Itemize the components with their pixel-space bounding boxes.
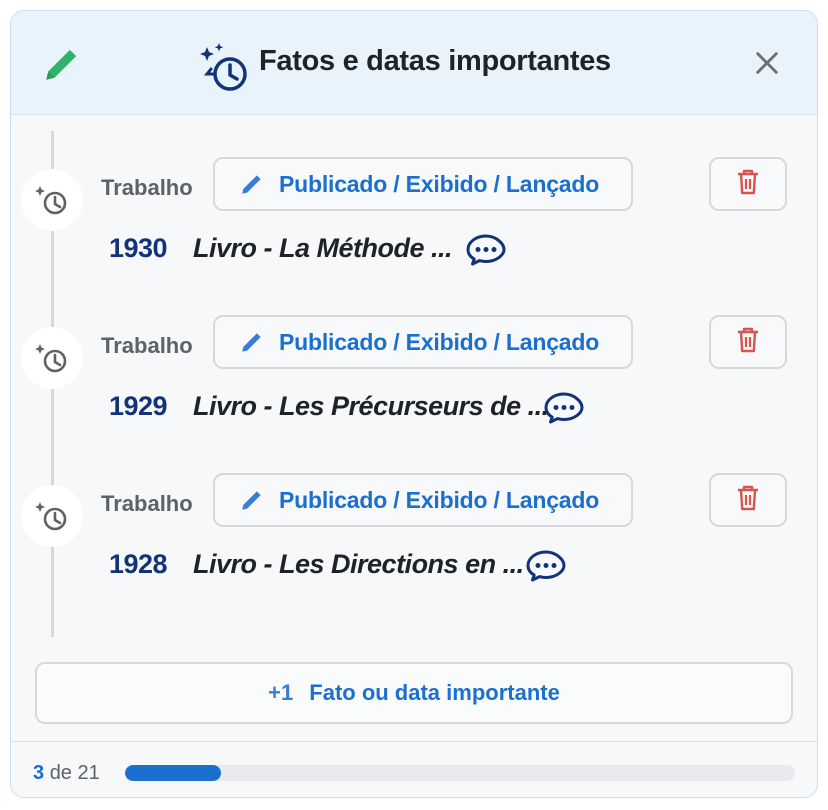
pencil-icon (239, 171, 265, 197)
history-icon (21, 327, 83, 389)
dialog-header: Fatos e datas importantes (11, 11, 817, 115)
progress-total: 21 (77, 762, 100, 784)
status-label: Publicado / Exibido / Lançado (279, 170, 600, 197)
year-label: 1929 (109, 391, 168, 421)
close-icon[interactable] (753, 49, 781, 82)
category-label: Trabalho (101, 333, 193, 358)
category-label: Trabalho (101, 175, 193, 200)
status-button[interactable]: Publicado / Exibido / Lançado (213, 473, 633, 527)
fact-entry: Trabalho Publicado / Exibido / Lançado 1… (11, 463, 817, 603)
comment-icon[interactable] (543, 391, 585, 430)
add-fact-button[interactable]: +1 Fato ou data importante (35, 662, 793, 724)
comment-icon[interactable] (525, 549, 567, 588)
facts-dialog: Fatos e datas importantes Trabalho Publi… (10, 10, 818, 798)
comment-icon[interactable] (465, 233, 507, 272)
status-button[interactable]: Publicado / Exibido / Lançado (213, 157, 633, 211)
status-label: Publicado / Exibido / Lançado (279, 486, 600, 513)
progress-count: 3 de 21 (33, 762, 100, 785)
fact-description[interactable]: Livro - Les Précurseurs de ... (193, 391, 549, 422)
progress-bar-fill (125, 765, 221, 781)
delete-button[interactable] (709, 315, 787, 369)
history-icon (21, 485, 83, 547)
trash-icon (736, 326, 760, 359)
category-label: Trabalho (101, 491, 193, 516)
trash-icon (736, 168, 760, 201)
progress-separator: de (49, 762, 72, 784)
delete-button[interactable] (709, 473, 787, 527)
delete-button[interactable] (709, 157, 787, 211)
fact-entry: Trabalho Publicado / Exibido / Lançado 1… (11, 147, 817, 287)
year-label: 1928 (109, 549, 168, 579)
pencil-icon (239, 487, 265, 513)
progress-current: 3 (33, 762, 45, 784)
dialog-title: Fatos e datas importantes (259, 45, 611, 77)
add-count-label: +1 (268, 680, 294, 705)
progress-bar (125, 765, 795, 781)
fact-description[interactable]: Livro - La Méthode ... (193, 233, 453, 264)
trash-icon (736, 484, 760, 517)
fact-entry: Trabalho Publicado / Exibido / Lançado 1… (11, 305, 817, 445)
pencil-icon (239, 329, 265, 355)
year-label: 1930 (109, 233, 168, 263)
progress-footer: 3 de 21 (11, 741, 817, 797)
history-icon (21, 169, 83, 231)
pencil-icon[interactable] (41, 43, 83, 90)
status-button[interactable]: Publicado / Exibido / Lançado (213, 315, 633, 369)
history-sparkle-icon (197, 41, 253, 102)
status-label: Publicado / Exibido / Lançado (279, 328, 600, 355)
add-fact-label: Fato ou data importante (309, 680, 560, 705)
fact-description[interactable]: Livro - Les Directions en ... (193, 549, 524, 580)
